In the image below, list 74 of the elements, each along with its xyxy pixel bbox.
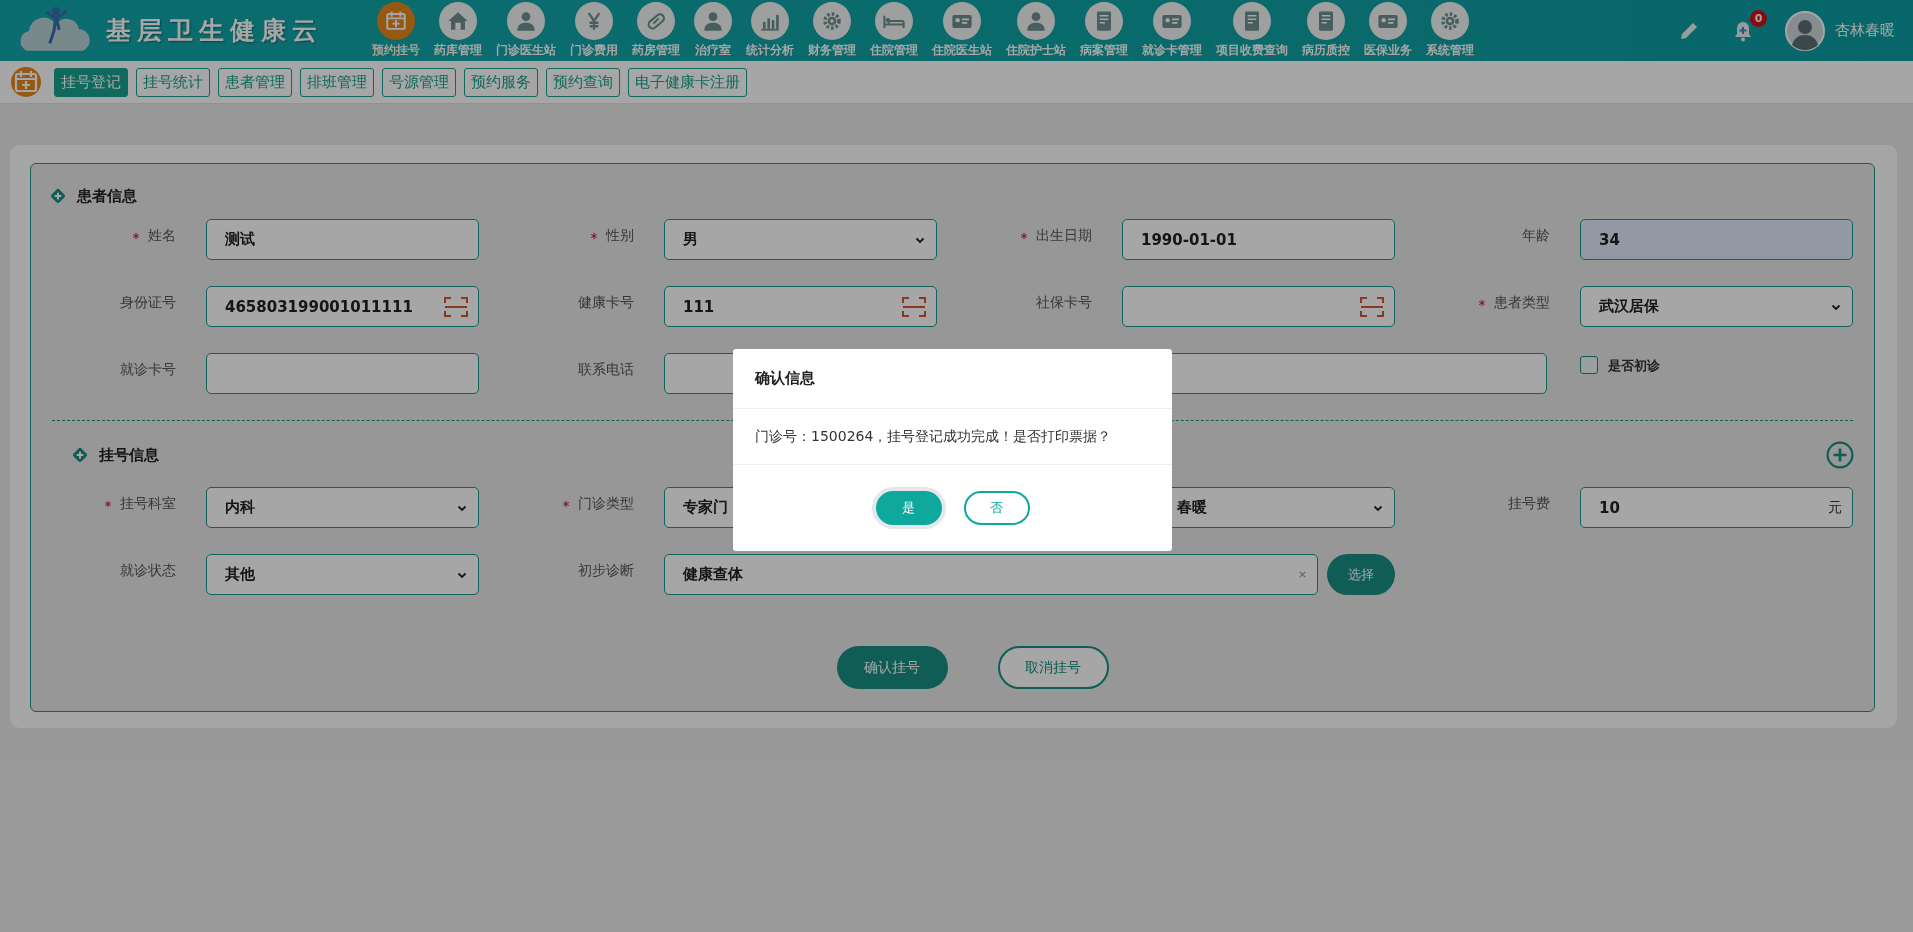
field-label: 就诊卡号	[120, 361, 176, 379]
nav-item[interactable]: 治疗室	[687, 2, 739, 59]
field-label: 初步诊断	[578, 562, 634, 580]
input-field[interactable]	[206, 353, 479, 394]
input-field[interactable]: 111	[664, 286, 937, 327]
field-label: 就诊状态	[120, 562, 176, 580]
scan-icon[interactable]	[1360, 296, 1384, 317]
nav-item[interactable]: 药库管理	[427, 2, 489, 59]
nav-item[interactable]: 住院护士站	[999, 2, 1073, 59]
nav-item[interactable]: 统计分析	[739, 2, 801, 59]
cancel-button[interactable]: 取消挂号	[997, 646, 1109, 689]
dialog-title: 确认信息	[755, 369, 815, 388]
input-field[interactable]: 34	[1580, 219, 1853, 260]
tab[interactable]: 挂号登记	[54, 67, 128, 97]
tab[interactable]: 预约服务	[464, 67, 538, 97]
nav-item[interactable]: 药房管理	[625, 2, 687, 59]
nav-item[interactable]: 住院管理	[863, 2, 925, 59]
avatar-icon[interactable]	[1785, 10, 1825, 51]
select-button[interactable]: 选择	[1327, 554, 1395, 595]
select-field[interactable]: 男	[664, 219, 937, 260]
nav-item[interactable]: 项目收费查询	[1209, 2, 1295, 59]
nav-item[interactable]: 病案管理	[1073, 2, 1135, 59]
tab[interactable]: 患者管理	[218, 67, 292, 97]
field-label: 身份证号	[120, 294, 176, 312]
tab[interactable]: 挂号统计	[136, 67, 210, 97]
user-name[interactable]: 杏林春暖	[1835, 21, 1895, 40]
input-field[interactable]: 10 元	[1580, 487, 1853, 528]
nav-item[interactable]: 预约挂号	[365, 2, 427, 59]
field-label: 患者类型	[1494, 294, 1550, 312]
field-label: 性别	[606, 227, 634, 245]
notification-badge: 0	[1750, 9, 1767, 27]
tab[interactable]: 电子健康卡注册	[628, 67, 747, 97]
nav-item[interactable]: 就诊卡管理	[1135, 2, 1209, 59]
confirm-button[interactable]: 确认挂号	[836, 646, 948, 689]
tab[interactable]: 预约查询	[546, 67, 620, 97]
nav-item[interactable]: 医保业务	[1357, 2, 1419, 59]
tab[interactable]: 号源管理	[382, 67, 456, 97]
no-button[interactable]: 否	[963, 491, 1030, 525]
input-field[interactable]: 1990-01-01	[1122, 219, 1395, 260]
field-label: 挂号科室	[120, 495, 176, 513]
nav-item[interactable]: 系统管理	[1419, 2, 1481, 59]
field-label: 健康卡号	[578, 294, 634, 312]
unit-label: 元	[1828, 498, 1842, 517]
select-field[interactable]: 内科	[206, 487, 479, 528]
scan-icon[interactable]	[444, 296, 468, 317]
clear-icon[interactable]	[1298, 570, 1307, 579]
scan-icon[interactable]	[902, 296, 926, 317]
select-field[interactable]: 武汉居保	[1580, 286, 1853, 327]
field-label: 门诊类型	[578, 495, 634, 513]
input-field[interactable]	[1122, 286, 1395, 327]
tab[interactable]: 排班管理	[300, 67, 374, 97]
field-label: 姓名	[148, 227, 176, 245]
section-title: 挂号信息	[99, 445, 159, 465]
nav-item[interactable]: 病历质控	[1295, 2, 1357, 59]
calendar-icon	[10, 66, 42, 98]
nav-item[interactable]: 门诊医生站	[489, 2, 563, 59]
nav-item[interactable]: 财务管理	[801, 2, 863, 59]
add-icon[interactable]	[1826, 441, 1854, 469]
field-label: 出生日期	[1036, 227, 1092, 245]
field-label: 社保卡号	[1036, 294, 1092, 312]
section-title: 患者信息	[77, 186, 137, 206]
checkbox-label: 是否初诊	[1608, 357, 1660, 375]
field-label: 联系电话	[578, 361, 634, 379]
nav-item[interactable]: 住院医生站	[925, 2, 999, 59]
field-label: 年龄	[1522, 227, 1550, 245]
input-field[interactable]: 测试	[206, 219, 479, 260]
app-title: 基层卫生健康云	[106, 15, 323, 47]
nav-item[interactable]: 门诊费用	[563, 2, 625, 59]
checkbox[interactable]	[1580, 356, 1598, 374]
field-label: 挂号费	[1508, 495, 1550, 513]
dialog-message: 门诊号：1500264，挂号登记成功完成！是否打印票据？	[755, 427, 1112, 446]
input-field[interactable]: 健康查体	[664, 554, 1318, 595]
select-field[interactable]: 其他	[206, 554, 479, 595]
input-field[interactable]: 465803199001011111	[206, 286, 479, 327]
